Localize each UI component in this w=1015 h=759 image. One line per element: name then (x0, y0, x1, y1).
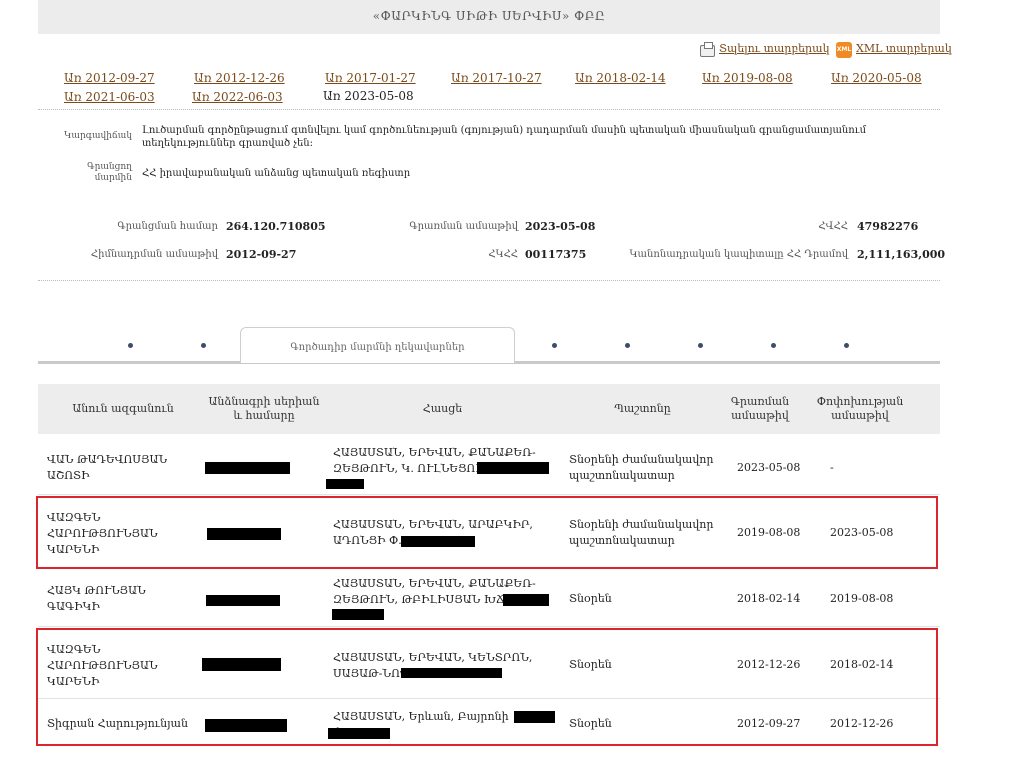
tin-label: ՀՎՀՀ (818, 221, 848, 232)
col-header-change-date: Փոփոխության ամսաթիվ (816, 395, 904, 422)
reg-number-value: 264.120.710805 (226, 220, 326, 233)
tab-dot[interactable] (625, 343, 630, 348)
date-link[interactable]: Առ 2018-02-14 (575, 71, 666, 85)
col-header-record-date: Գրառման ամսաթիվ (730, 395, 790, 422)
date-link[interactable]: Առ 2012-09-27 (64, 71, 155, 85)
tab-dot[interactable] (771, 343, 776, 348)
redacted-address (326, 479, 364, 489)
col-header-passport: Անձնագրի սերիան և համարը (208, 395, 320, 422)
tab-dot[interactable] (698, 343, 703, 348)
state-reg-label: ՀԿՀՀ (488, 249, 518, 260)
date-link[interactable]: Առ 2017-01-27 (325, 71, 416, 85)
redacted-address (332, 609, 384, 620)
tab-dot[interactable] (201, 343, 206, 348)
status-text: Լուծարման գործընթացում գտնվելու կամ գործ… (142, 125, 867, 149)
capital-label: Կանոնադրական կապիտալը ՀՀ Դրամով (629, 249, 848, 260)
highlight-box (36, 496, 938, 569)
redacted-address (503, 594, 549, 606)
date-link[interactable]: Առ 2017-10-27 (451, 71, 542, 85)
reg-number-label: Գրանցման համար (117, 221, 218, 232)
tin-value: 47982276 (857, 220, 919, 233)
highlight-box (36, 628, 938, 746)
current-date: Առ 2023-05-08 (323, 89, 414, 103)
state-reg-value: 00117375 (525, 248, 587, 261)
date-link[interactable]: Առ 2020-05-08 (831, 71, 922, 85)
row-position: Տնօրեն (569, 592, 612, 605)
status-label: Կարգավիճակ (64, 131, 132, 141)
tab-dot[interactable] (128, 343, 133, 348)
date-link[interactable]: Առ 2019-08-08 (702, 71, 793, 85)
divider (38, 109, 940, 110)
row-change-date: - (830, 461, 834, 474)
record-date-label: Գրառման ամսաթիվ (409, 221, 518, 232)
row-change-date: 2019-08-08 (830, 592, 894, 605)
tab-dot[interactable] (844, 343, 849, 348)
record-date-value: 2023-05-08 (525, 220, 596, 233)
date-link[interactable]: Առ 2012-12-26 (194, 71, 285, 85)
redacted-passport (206, 595, 280, 606)
registry-value: ՀՀ իրավաբանական անձանց պետական ռեգիստր (142, 168, 411, 179)
print-version-link[interactable]: Տպելու տարբերակ (719, 42, 829, 55)
row-name: ՀԱՅԿ ԹՈՒՆՅԱՆ ԳԱԳԻԿԻ (47, 584, 146, 613)
divider (38, 280, 940, 281)
company-title: «ՓԱՐԿԻՆԳ ՍԻԹԻ ՍԵՐՎԻՍ» ՓԲԸ (372, 9, 606, 23)
col-header-position: Պաշտոնը (614, 402, 671, 415)
printer-icon[interactable] (700, 42, 715, 57)
founding-date-label: Հիմնադրման ամսաթիվ (90, 249, 218, 260)
tab-executives-label: Գործադիր մարմնի ղեկավարներ (290, 342, 465, 353)
header-bar: «ՓԱՐԿԻՆԳ ՍԻԹԻ ՍԵՐՎԻՍ» ՓԲԸ (38, 0, 940, 34)
tab-executives[interactable]: Գործադիր մարմնի ղեկավարներ (240, 327, 515, 363)
date-link[interactable]: Առ 2021-06-03 (64, 90, 155, 104)
col-header-address: Հասցե (422, 402, 463, 415)
xml-icon[interactable]: XML (836, 42, 852, 58)
capital-value: 2,111,163,000 (857, 248, 946, 261)
row-record-date: 2018-02-14 (737, 592, 801, 605)
founding-date-value: 2012-09-27 (226, 248, 297, 261)
row-name: ՎԱՆ ԹԱԴԵՎՈՍՅԱՆ ԱՇՈՏԻ (47, 453, 168, 482)
registry-label: Գրանցող մարմին (87, 162, 132, 183)
redacted-address (477, 462, 549, 474)
row-position: Տնօրենի ժամանակավոր պաշտոնակատար (569, 453, 714, 482)
xml-version-link[interactable]: XML տարբերակ (856, 42, 952, 55)
col-header-name: Անուն ազգանուն (72, 402, 174, 415)
row-divider (38, 494, 940, 495)
row-record-date: 2023-05-08 (737, 461, 801, 474)
tab-dot[interactable] (552, 343, 557, 348)
date-link[interactable]: Առ 2022-06-03 (192, 90, 283, 104)
row-divider (38, 626, 940, 627)
redacted-passport (205, 462, 290, 474)
